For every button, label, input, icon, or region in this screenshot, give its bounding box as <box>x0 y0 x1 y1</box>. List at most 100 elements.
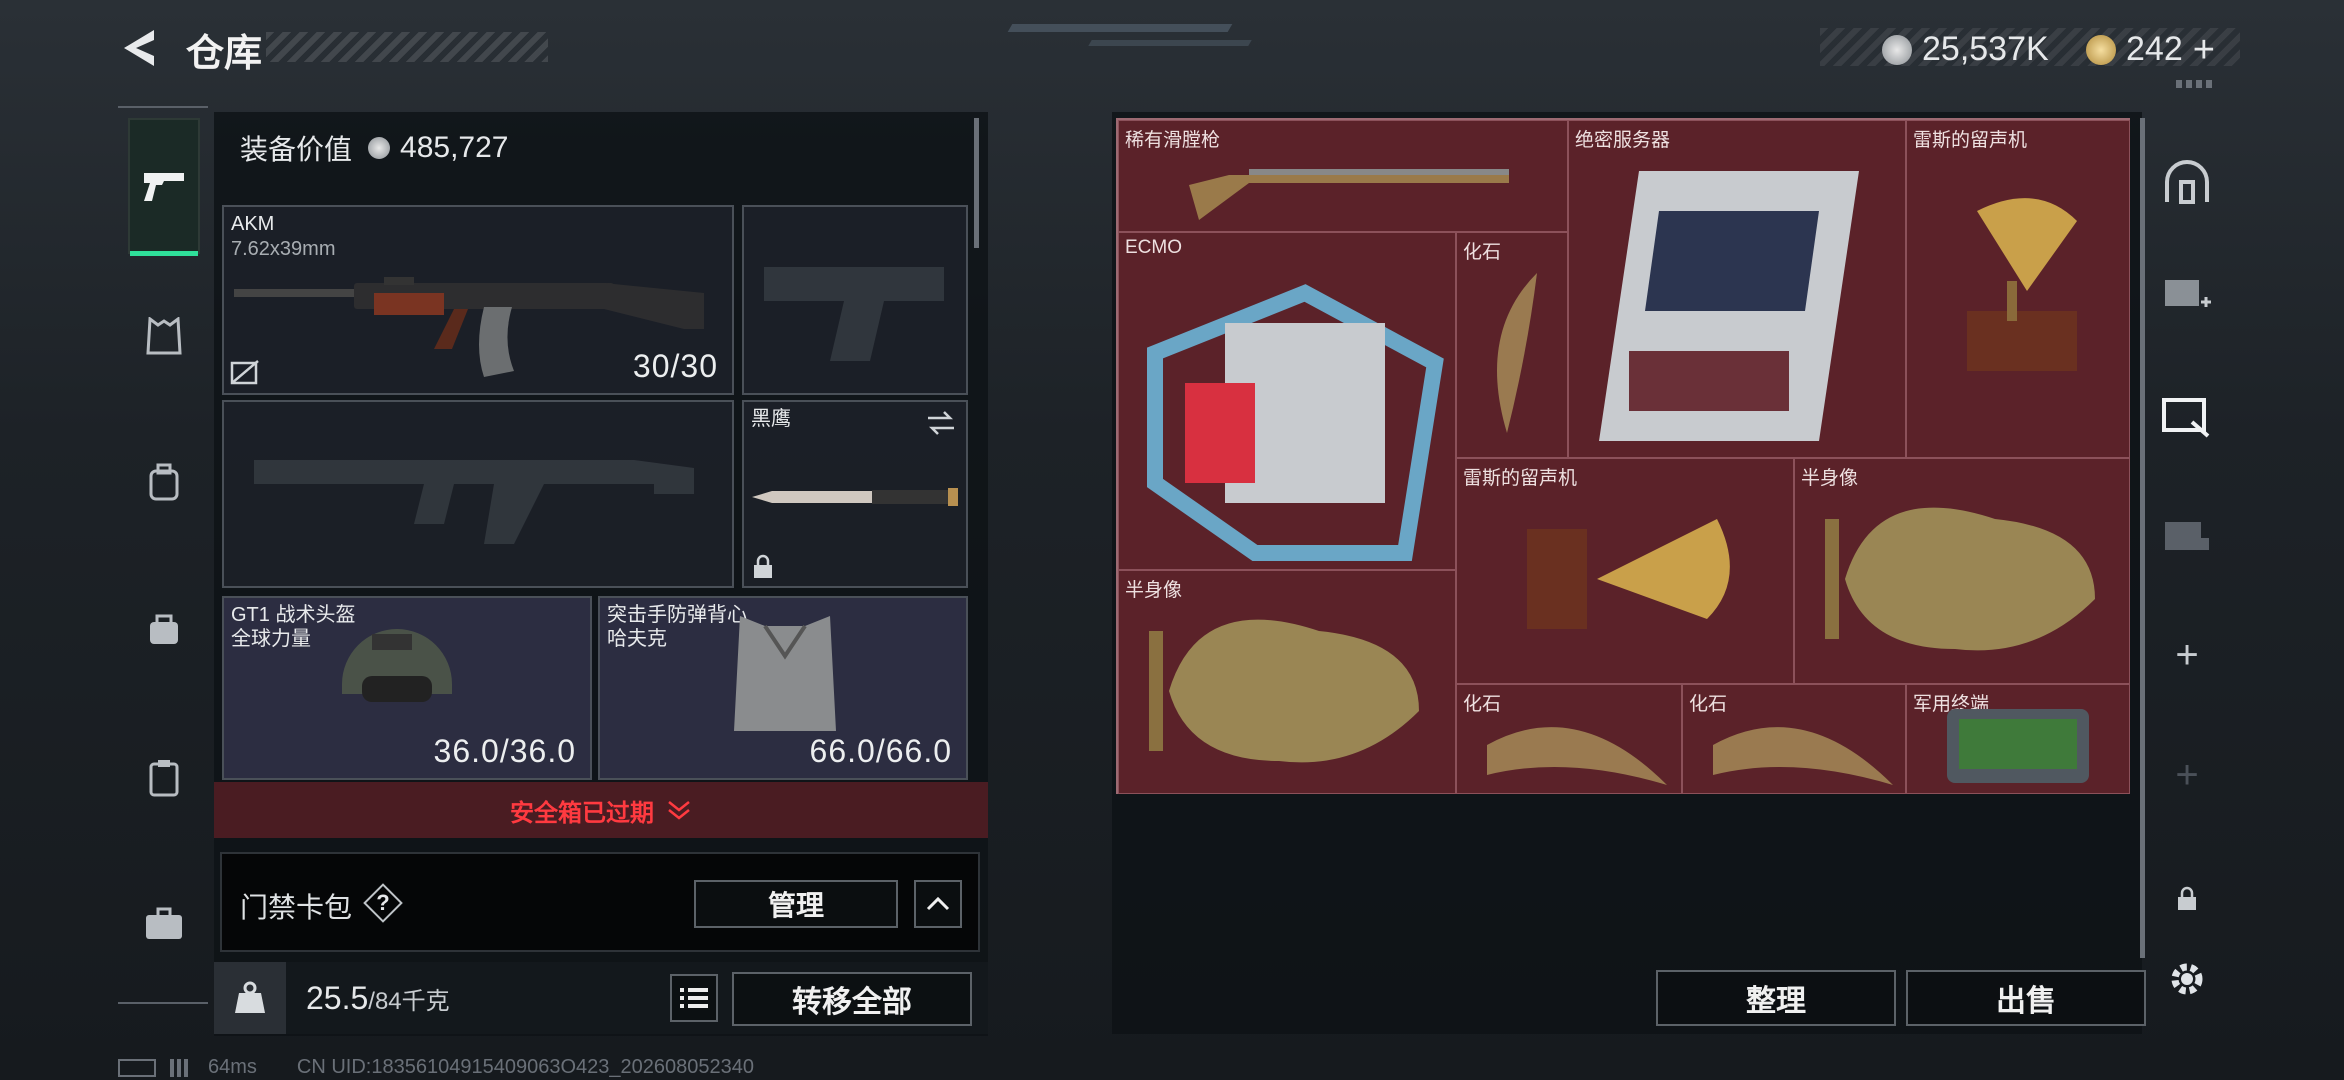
sidebar-tab-weapons[interactable] <box>128 118 200 256</box>
battery-icon <box>118 1058 156 1077</box>
ping-text: 64ms <box>208 1056 257 1078</box>
rail-add-button[interactable]: + <box>2150 620 2224 690</box>
sidebar-tab-pouch[interactable] <box>128 592 200 664</box>
status-bar: 64ms CN UID:18356104915409063O423_202608… <box>118 1056 754 1079</box>
stash-item-fossil-2[interactable]: 化石 <box>1456 684 1682 794</box>
bg-streak <box>1088 40 1252 46</box>
weight-icon <box>214 962 286 1034</box>
coin-icon <box>1882 34 1912 65</box>
vault-icon <box>2165 160 2209 204</box>
helmet-brand: 全球力量 <box>231 628 311 650</box>
stash-item-fossil[interactable]: 化石 <box>1456 232 1568 458</box>
rail-container-locked[interactable] <box>2150 500 2224 570</box>
item-label: 雷斯的留声机 <box>1463 468 1578 489</box>
sell-button[interactable]: 出售 <box>1906 970 2146 1026</box>
weight-current: 25.5 <box>306 980 369 1016</box>
lock-icon <box>2178 886 2196 910</box>
weapon-ammo-count: 30/30 <box>632 348 718 384</box>
armor-slot[interactable]: 突击手防弹背心 哈夫克 66.0/66.0 <box>598 596 968 780</box>
no-mod-icon <box>230 360 259 385</box>
swap-icon[interactable] <box>926 410 956 436</box>
stash-item-ecmo[interactable]: ECMO <box>1118 232 1456 570</box>
back-button[interactable] <box>118 24 166 72</box>
stash-scrollbar[interactable] <box>2140 118 2145 958</box>
stash-item-server[interactable]: 绝密服务器 <box>1568 120 1906 458</box>
pistol-icon <box>144 173 184 201</box>
help-icon[interactable]: ? <box>363 883 403 923</box>
sidebar-tab-armor[interactable] <box>128 300 200 372</box>
clipboard-icon <box>149 760 179 797</box>
gramophone-image <box>1527 519 1730 629</box>
safebox-expired-text: 安全箱已过期 <box>510 799 654 827</box>
stash-item-gramophone-2[interactable]: 雷斯的留声机 <box>1456 458 1794 684</box>
vest-icon <box>146 317 182 355</box>
gold-coin-icon <box>2086 34 2116 65</box>
page-title: 仓库 <box>186 33 263 75</box>
gold-amount: 242 <box>2126 30 2183 68</box>
rail-stash-tab[interactable] <box>2150 146 2224 216</box>
pistol-slot[interactable] <box>742 205 968 395</box>
transfer-all-button[interactable]: 转移全部 <box>732 972 972 1026</box>
helmet-image <box>342 629 452 702</box>
rail-add-button-disabled: + <box>2175 752 2199 797</box>
list-icon <box>680 988 708 1008</box>
item-label: 化石 <box>1463 242 1502 263</box>
melee-slot[interactable]: 黑鹰 <box>742 400 968 588</box>
claw-fossil-image <box>1713 727 1893 785</box>
briefcase-icon <box>146 907 182 939</box>
back-arrow-icon <box>124 30 154 66</box>
armor-durability: 66.0/66.0 <box>809 733 952 769</box>
list-view-button[interactable] <box>670 974 718 1022</box>
uid-text: CN UID:18356104915409063O423_20260805234… <box>296 1056 754 1078</box>
rifle-silhouette <box>254 460 694 544</box>
safebox-expired-bar[interactable]: 安全箱已过期 <box>214 782 988 838</box>
equipment-value-label: 装备价值 <box>240 134 353 165</box>
sidebar-tab-backpack[interactable] <box>128 446 200 518</box>
stash-item-bust[interactable]: 半身像 <box>1794 458 2130 684</box>
grip-icon <box>2176 80 2212 88</box>
musket-image <box>1189 169 1509 220</box>
item-label: 雷斯的留声机 <box>1913 130 2028 151</box>
manage-button[interactable]: 管理 <box>694 880 898 928</box>
sidebar-tab-case[interactable] <box>128 888 200 960</box>
item-label: 绝密服务器 <box>1575 130 1671 151</box>
settings-button[interactable] <box>2150 944 2224 1014</box>
secondary-weapon-slot[interactable] <box>222 400 734 588</box>
military-terminal-image <box>1947 709 2089 783</box>
signal-icon <box>170 1058 194 1077</box>
add-currency-icon[interactable]: + <box>2193 31 2215 69</box>
primary-weapon-slot[interactable]: AKM 7.62x39mm 30/30 <box>222 205 734 395</box>
container-edit-icon <box>2162 398 2210 438</box>
sort-button[interactable]: 整理 <box>1656 970 1896 1026</box>
coin-icon <box>368 137 391 159</box>
knife-image <box>752 488 958 506</box>
vest-image <box>734 616 836 731</box>
claw-fossil-image <box>1487 727 1667 785</box>
weight-max: /84千克 <box>368 988 450 1015</box>
helmet-slot[interactable]: GT1 战术头盔 全球力量 36.0/36.0 <box>222 596 592 780</box>
stash-item-musket[interactable]: 稀有滑膛枪 <box>1118 120 1568 232</box>
coin-amount: 25,537K <box>1922 30 2049 68</box>
lock-icon <box>754 554 772 578</box>
stash-item-terminal[interactable]: 军用终端 <box>1906 684 2130 794</box>
ecmo-image <box>1147 284 1444 561</box>
weapon-name: AKM <box>231 213 275 235</box>
stash-item-gramophone[interactable]: 雷斯的留声机 <box>1906 120 2130 458</box>
item-label: ECMO <box>1125 237 1182 258</box>
gold-currency[interactable]: 242 + <box>2086 30 2215 69</box>
stash-item-fossil-3[interactable]: 化石 <box>1682 684 1906 794</box>
stash-item-bust-2[interactable]: 半身像 <box>1118 570 1456 794</box>
add-box-icon <box>2165 280 2211 307</box>
rail-container-active[interactable] <box>2150 380 2224 450</box>
kg-weight-icon <box>235 981 265 1013</box>
gear-icon <box>2171 963 2203 995</box>
server-image <box>1599 171 1859 441</box>
sidebar-tab-rig[interactable] <box>128 742 200 814</box>
help-mark: ? <box>376 890 390 915</box>
pouch-icon <box>150 614 178 644</box>
collapse-button[interactable] <box>914 880 962 928</box>
armor-name: 突击手防弹背心 <box>607 604 747 626</box>
rail-lock[interactable] <box>2150 864 2224 934</box>
rail-add-container[interactable] <box>2150 258 2224 328</box>
equipment-scrollbar[interactable] <box>974 118 979 248</box>
